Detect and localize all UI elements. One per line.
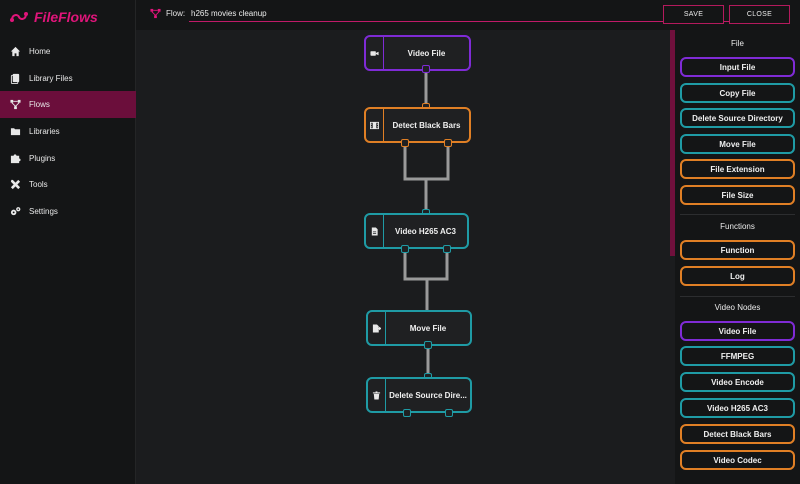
sidebar: FileFlows Home Library Files Flows Libra…: [0, 0, 136, 484]
flow-node-video-h265-ac3[interactable]: Video H265 AC3: [364, 213, 469, 249]
logo-icon: [10, 12, 28, 22]
video-camera-icon: [370, 50, 379, 56]
logo-text: FileFlows: [34, 9, 98, 25]
trash-icon: [372, 390, 381, 400]
sidebar-item-label: Plugins: [29, 153, 56, 163]
section-title-file: File: [731, 39, 744, 48]
sidebar-item-label: Flows: [29, 100, 50, 110]
output-port[interactable]: [424, 341, 432, 349]
output-port[interactable]: [403, 409, 411, 417]
app-window: FileFlows Home Library Files Flows Libra…: [0, 0, 800, 484]
palette-item-ffmpeg[interactable]: FFMPEG: [680, 346, 795, 366]
sidebar-item-label: Libraries: [29, 126, 60, 136]
node-label: Delete Source Dire...: [389, 390, 467, 400]
sidebar-item-settings[interactable]: Settings: [0, 198, 136, 225]
folder-icon: [10, 128, 21, 136]
palette-item-video-encode[interactable]: Video Encode: [680, 372, 795, 392]
tools-icon: [10, 180, 21, 190]
sidebar-item-label: Tools: [29, 180, 48, 190]
output-port[interactable]: [443, 245, 451, 253]
section-title-video-nodes: Video Nodes: [714, 303, 761, 312]
section-title-functions: Functions: [720, 222, 755, 231]
sidebar-item-library-files[interactable]: Library Files: [0, 65, 136, 92]
file-icon: [371, 226, 378, 236]
sidebar-item-tools[interactable]: Tools: [0, 171, 136, 198]
output-port[interactable]: [401, 139, 409, 147]
wire-h265-left: [403, 249, 429, 313]
palette-item-video-file[interactable]: Video File: [680, 321, 795, 341]
palette-item-move-file[interactable]: Move File: [680, 134, 795, 154]
palette-item-function[interactable]: Function: [680, 240, 795, 260]
files-icon: [10, 73, 20, 84]
gears-icon: [10, 207, 21, 216]
close-button[interactable]: CLOSE: [729, 5, 790, 24]
palette-item-log[interactable]: Log: [680, 266, 795, 286]
section-divider: [680, 296, 795, 297]
puzzle-icon: [10, 153, 21, 163]
sidebar-item-flows[interactable]: Flows: [0, 91, 136, 119]
output-port[interactable]: [401, 245, 409, 253]
palette-item-file-size[interactable]: File Size: [680, 185, 795, 205]
palette-item-file-extension[interactable]: File Extension: [680, 159, 795, 179]
flow-icon: [10, 100, 21, 110]
sidebar-item-label: Library Files: [29, 73, 73, 83]
section-divider: [680, 214, 795, 215]
output-port[interactable]: [444, 139, 452, 147]
sidebar-item-label: Home: [29, 46, 51, 56]
save-button[interactable]: SAVE: [663, 5, 724, 24]
node-label: Move File: [409, 323, 447, 333]
film-icon: [370, 121, 379, 129]
node-label: Video H265 AC3: [395, 226, 456, 236]
node-palette: File Input File Copy File Delete Source …: [675, 30, 800, 484]
flow-node-detect-black-bars[interactable]: Detect Black Bars: [364, 107, 471, 143]
wire-detect-right: [426, 143, 450, 181]
sidebar-item-home[interactable]: Home: [0, 38, 136, 65]
flow-icon: [150, 8, 161, 19]
topbar: Flow: SAVE CLOSE: [136, 0, 800, 30]
palette-item-copy-file[interactable]: Copy File: [680, 83, 795, 103]
output-port[interactable]: [422, 65, 430, 73]
sidebar-nav: Home Library Files Flows Libraries Plugi…: [0, 38, 136, 225]
flow-canvas[interactable]: Video File Detect Black Bars Video H265 …: [136, 30, 674, 484]
flow-name-label: Flow:: [150, 8, 185, 19]
palette-item-video-h265-ac3[interactable]: Video H265 AC3: [680, 398, 795, 418]
flow-node-delete-source-directory[interactable]: Delete Source Dire...: [366, 377, 472, 413]
sidebar-item-label: Settings: [29, 206, 58, 216]
wire-h265-right: [427, 249, 449, 281]
palette-item-detect-black-bars[interactable]: Detect Black Bars: [680, 424, 795, 444]
flow-node-move-file[interactable]: Move File: [366, 310, 472, 346]
palette-item-input-file[interactable]: Input File: [680, 57, 795, 77]
logo[interactable]: FileFlows: [10, 8, 98, 26]
sidebar-item-libraries[interactable]: Libraries: [0, 118, 136, 145]
node-label: Detect Black Bars: [392, 120, 461, 130]
flow-node-video-file[interactable]: Video File: [364, 35, 471, 71]
palette-item-delete-source-directory[interactable]: Delete Source Directory: [680, 108, 795, 128]
flow-label-text: Flow:: [166, 9, 186, 18]
palette-item-video-codec[interactable]: Video Codec: [680, 450, 795, 470]
output-port[interactable]: [445, 409, 453, 417]
file-move-icon: [372, 323, 381, 333]
wire-detect-left: [403, 143, 428, 213]
sidebar-item-plugins[interactable]: Plugins: [0, 145, 136, 172]
home-icon: [10, 46, 21, 56]
